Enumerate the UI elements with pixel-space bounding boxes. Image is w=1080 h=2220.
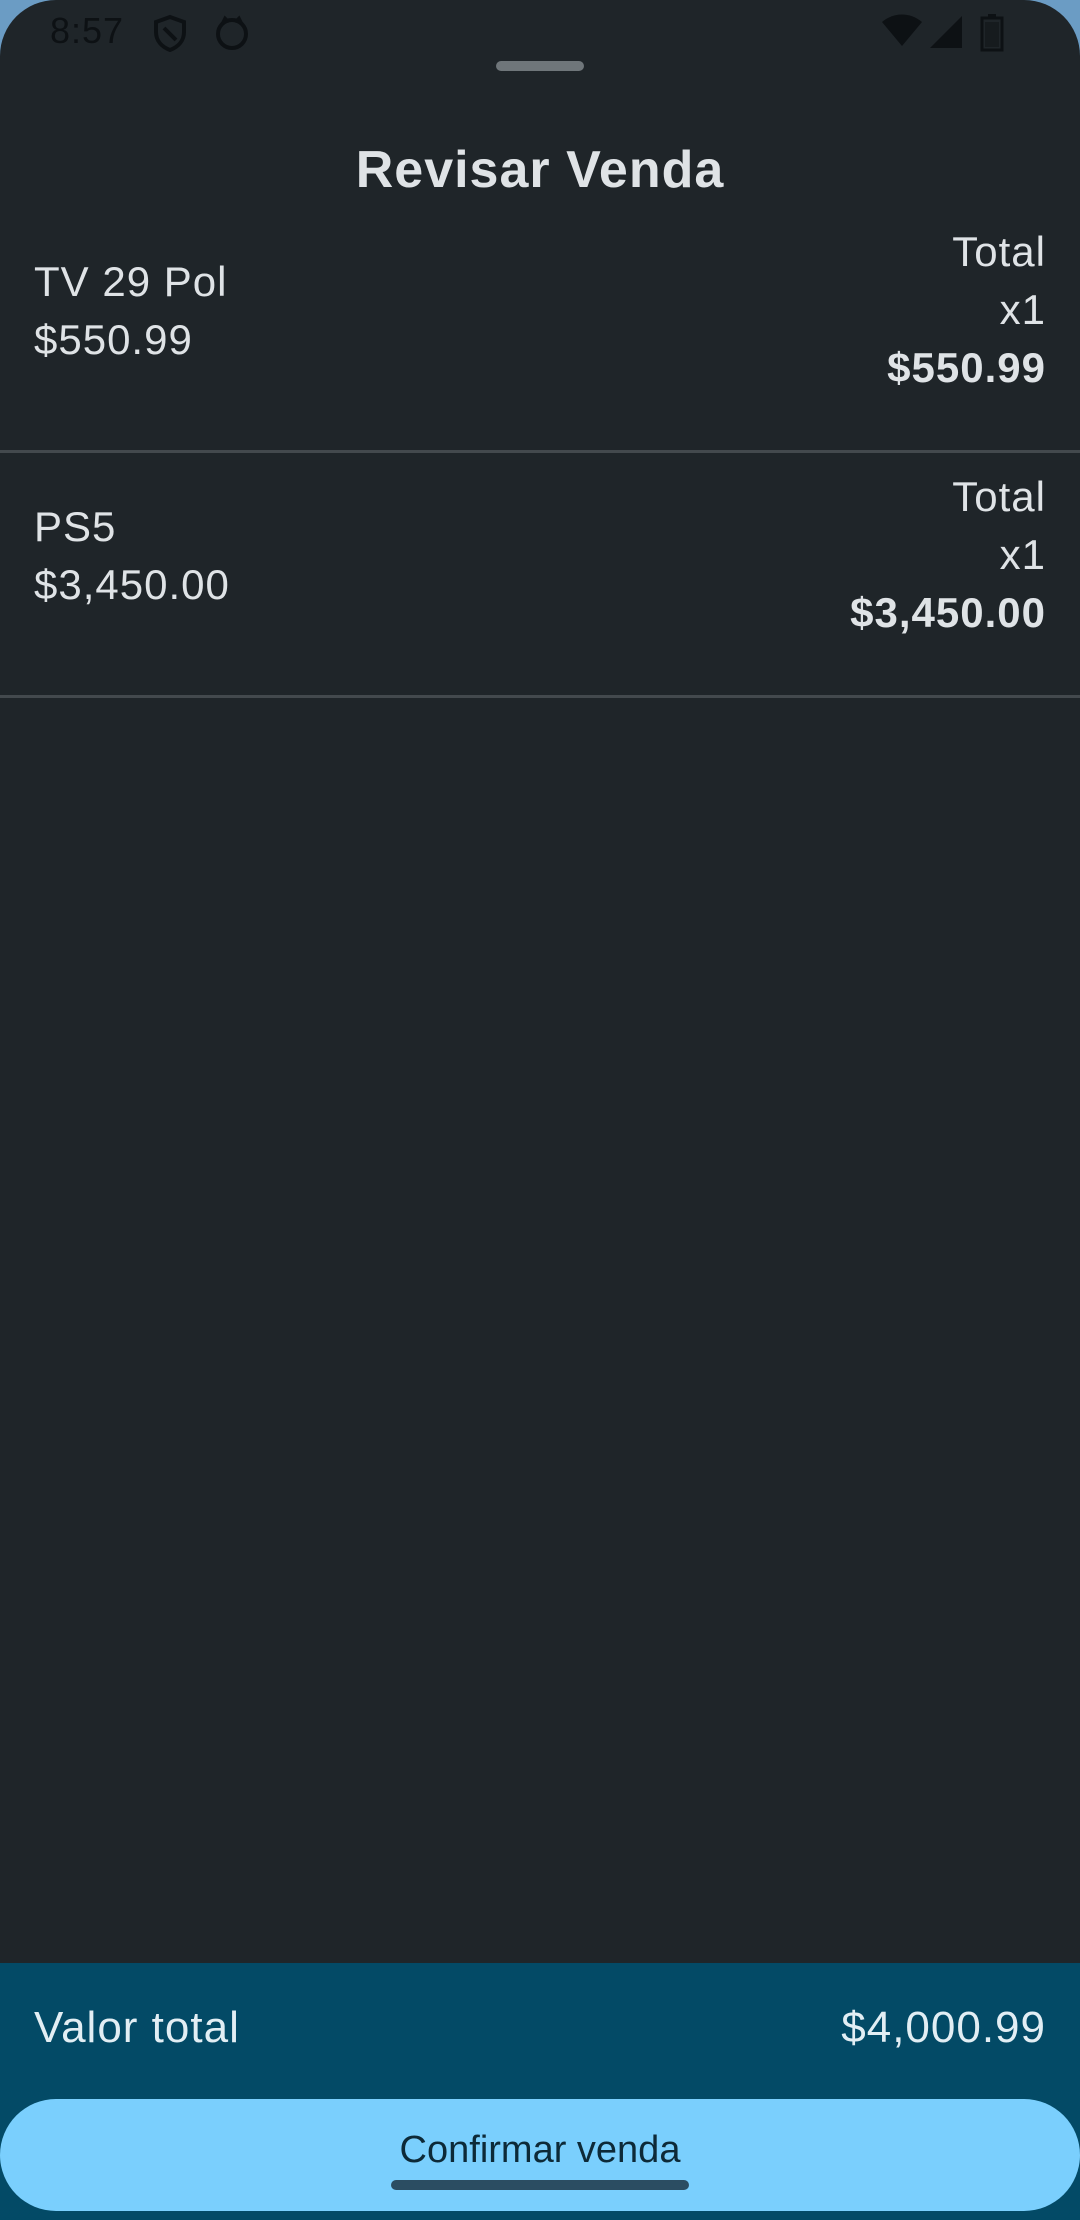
gesture-nav-bar[interactable] [391, 2180, 689, 2190]
page-title: Revisar Venda [355, 141, 725, 199]
confirm-sale-label: Confirmar venda [399, 2129, 681, 2171]
item-price: $3,450.00 [34, 561, 230, 608]
item-quantity: x1 [999, 286, 1046, 333]
item-quantity: x1 [999, 531, 1046, 578]
cat-icon [214, 14, 250, 57]
battery-icon [980, 14, 1004, 57]
drag-handle[interactable] [496, 61, 584, 71]
item-total: $550.99 [887, 344, 1046, 391]
status-time: 8:57 [50, 10, 125, 51]
item-total-label: Total [952, 228, 1046, 275]
shield-icon [152, 14, 188, 57]
signal-icon [928, 14, 964, 55]
status-bar: 8:57 [0, 0, 1080, 66]
item-total: $3,450.00 [850, 589, 1046, 636]
item-name: TV 29 Pol [34, 258, 228, 305]
total-label: Valor total [34, 2003, 240, 2052]
wifi-icon [880, 14, 924, 55]
list-item: PS5 $3,450.00 Total x1 $3,450.00 [0, 453, 1080, 698]
list-item: TV 29 Pol $550.99 Total x1 $550.99 [0, 208, 1080, 453]
item-name: PS5 [34, 503, 117, 550]
confirm-sale-button[interactable]: Confirmar venda [0, 2099, 1080, 2211]
item-price: $550.99 [34, 316, 193, 363]
total-value: $4,000.99 [841, 2003, 1046, 2052]
bottom-sheet: 8:57 Revisar Venda TV 29 Pol $550.99 Tot… [0, 0, 1080, 2220]
item-total-label: Total [952, 473, 1046, 520]
